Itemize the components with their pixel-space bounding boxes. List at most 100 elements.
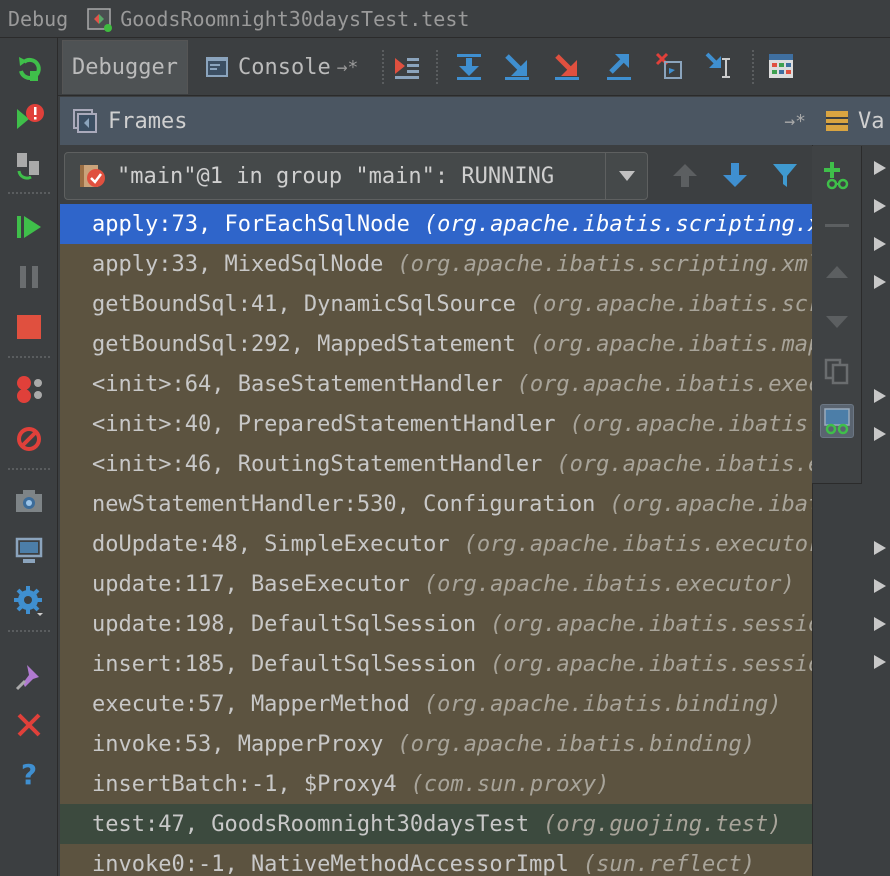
frame-row[interactable]: getBoundSql:41, DynamicSqlSource (org.apa… [60,284,812,324]
thread-name: "main"@1 in group "main": RUNNING [117,163,555,189]
tab-debugger[interactable]: Debugger [62,40,188,94]
thread-row: "main"@1 in group "main": RUNNING [60,146,812,204]
pause-icon[interactable] [10,258,48,296]
frames-icon [73,109,97,133]
frame-package: (org.apache.ibatis.executor) [463,531,812,557]
console-icon [206,57,228,77]
frame-method: test:47, GoodsRoomnight30daysTest [92,811,530,837]
frame-package: (org.apache.ibatis.scripting.xmltags) [397,251,812,277]
debug-tab-row: Debugger Console →* [58,38,890,96]
frame-row[interactable]: <init>:40, PreparedStatementHandler (org.… [60,404,812,444]
next-frame-icon[interactable] [718,158,752,192]
frame-package: (com.sun.proxy) [410,771,610,797]
frame-package: (org.apache.ibatis.session.defaults) [490,651,812,677]
pin-icon[interactable] [10,658,48,696]
thread-selector[interactable]: "main"@1 in group "main": RUNNING [64,152,648,200]
show-execution-point-icon[interactable] [388,46,426,86]
frame-row[interactable]: <init>:64, BaseStatementHandler (org.apac… [60,364,812,404]
camera-icon[interactable] [10,482,48,520]
show-watches-icon[interactable] [820,404,854,438]
step-into-icon[interactable] [498,46,536,86]
close-icon[interactable] [10,706,48,744]
frame-row[interactable]: doUpdate:48, SimpleExecutor (org.apache.i… [60,524,812,564]
frame-row[interactable]: apply:73, ForEachSqlNode (org.apache.ibat… [60,204,812,244]
expand-arrow-icon[interactable] [873,540,887,556]
tab-console[interactable]: Console →* [196,40,384,94]
frame-method: <init>:64, BaseStatementHandler [92,371,503,397]
stop-icon[interactable] [10,308,48,346]
copy-icon[interactable] [820,354,854,388]
run-to-cursor-icon[interactable] [700,46,738,86]
frame-package: (org.apache.ibatis.binding) [423,691,782,717]
frame-method: apply:73, ForEachSqlNode [92,211,410,237]
variables-title: Va [858,108,885,134]
frame-package: (sun.reflect) [582,851,756,876]
left-toolbar: ? [0,38,58,876]
expand-arrow-icon[interactable] [873,654,887,670]
frame-row[interactable]: test:47, GoodsRoomnight30daysTest (org.gu… [60,804,812,844]
filter-frames-icon[interactable] [768,158,802,192]
frame-package: (org.apache.ibatis.scripting.xmltags) [423,211,812,237]
expand-arrow-icon[interactable] [873,616,887,632]
frame-method: getBoundSql:292, MappedStatement [92,331,516,357]
move-watch-up-icon[interactable] [820,256,854,290]
frames-title: Frames [108,108,188,134]
frame-method: insertBatch:-1, $Proxy4 [92,771,397,797]
resume-error-icon[interactable] [10,98,48,136]
frame-row[interactable]: insertBatch:-1, $Proxy4 (com.sun.proxy) [60,764,812,804]
settings-icon[interactable] [10,582,48,620]
test-config-icon [86,6,113,32]
step-out-icon[interactable] [600,46,638,86]
expand-arrow-icon[interactable] [873,578,887,594]
expand-arrow-icon[interactable] [873,426,887,442]
expand-arrow-icon[interactable] [873,274,887,290]
variables-icon [826,111,848,131]
expand-arrow-icon[interactable] [873,236,887,252]
frame-package: (org.apache.ibatis.scripting.xmltags) [529,291,812,317]
frame-method: newStatementHandler:530, Configuration [92,491,596,517]
expand-arrow-icon[interactable] [873,388,887,404]
evaluate-expression-icon[interactable] [762,46,800,86]
frame-row[interactable]: update:117, BaseExecutor (org.apache.ibat… [60,564,812,604]
variables-panel-header: Va [812,97,890,145]
help-icon[interactable]: ? [10,754,48,792]
thread-dropdown-button[interactable] [605,153,647,199]
expand-arrow-icon[interactable] [873,160,887,176]
rerun-icon[interactable] [10,50,48,88]
frame-package: (org.guojing.test) [543,811,782,837]
chevron-down-icon [618,171,635,181]
new-watch-icon[interactable] [820,158,854,192]
remove-watch-icon[interactable] [820,208,854,242]
frame-package: (org.apache.ibatis.executor.statement) [569,411,812,437]
move-watch-down-icon[interactable] [820,304,854,338]
frame-row[interactable]: invoke0:-1, NativeMethodAccessorImpl (sun… [60,844,812,876]
restore-layout-2-icon[interactable] [10,532,48,570]
frame-row[interactable]: apply:33, MixedSqlNode (org.apache.ibatis… [60,244,812,284]
drop-frame-icon[interactable] [650,46,688,86]
frame-package: (org.apache.ibatis.binding) [397,731,756,757]
thread-running-icon [80,165,105,187]
frame-row[interactable]: insert:185, DefaultSqlSession (org.apache… [60,644,812,684]
frame-row[interactable]: getBoundSql:292, MappedStatement (org.apa… [60,324,812,364]
step-over-icon[interactable] [450,46,488,86]
frame-row[interactable]: newStatementHandler:530, Configuration (o… [60,484,812,524]
frame-package: (org.apache.ibatis.session.defaults) [490,611,812,637]
frame-package: (org.apache.ibatis.executor.statement) [556,451,812,477]
tab-console-label: Console [238,54,331,80]
tab-debugger-label: Debugger [72,55,178,80]
frame-row[interactable]: <init>:46, RoutingStatementHandler (org.a… [60,444,812,484]
frames-list[interactable]: apply:73, ForEachSqlNode (org.apache.ibat… [60,204,812,876]
previous-frame-icon[interactable] [668,158,702,192]
resume-program-icon[interactable] [10,208,48,246]
frame-row[interactable]: invoke:53, MapperProxy (org.apache.ibatis… [60,724,812,764]
restore-layout-icon[interactable] [10,146,48,184]
mute-breakpoints-icon[interactable] [10,420,48,458]
frame-row[interactable]: execute:57, MapperMethod (org.apache.ibat… [60,684,812,724]
frame-package: (org.apache.ibatis.executor.statement) [516,371,812,397]
frame-row[interactable]: update:198, DefaultSqlSession (org.apache… [60,604,812,644]
expand-arrow-icon[interactable] [873,198,887,214]
force-step-into-icon[interactable] [548,46,586,86]
console-pin-icon[interactable]: →* [337,57,359,78]
frames-pin-icon[interactable]: →* [784,111,806,132]
view-breakpoints-icon[interactable] [10,370,48,408]
